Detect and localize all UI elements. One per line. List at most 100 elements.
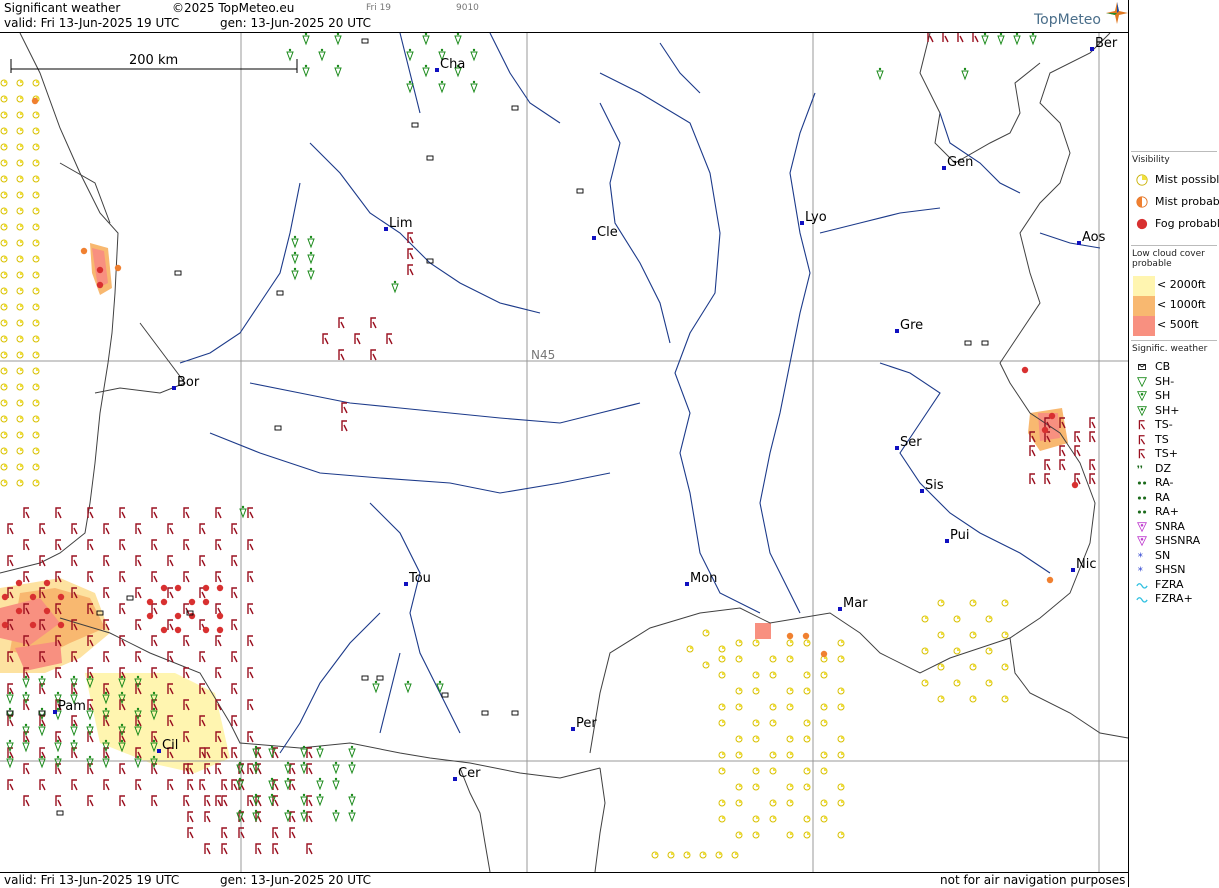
wx-symbol-mist xyxy=(969,695,977,703)
wx-symbol-mist xyxy=(985,615,993,623)
wx-symbol-mist xyxy=(0,143,8,151)
wx-symbol-ts xyxy=(135,619,142,631)
legend-sh: SH xyxy=(1135,389,1170,403)
weather-map[interactable]: 200 km N45 Cha Lim Cle Lyo Gen Ber Aos G… xyxy=(0,33,1128,872)
legend-below-500ft: < 500ft xyxy=(1157,318,1199,331)
wx-symbol-mist xyxy=(16,287,24,295)
wx-symbol-mist xyxy=(735,639,743,647)
wx-symbol-mist xyxy=(820,815,828,823)
wx-symbol-sh xyxy=(961,67,969,81)
wx-symbol-ts xyxy=(71,555,78,567)
wx-symbol-ts xyxy=(199,523,206,535)
svg-text:*: * xyxy=(1138,565,1143,576)
wx-symbol-ts xyxy=(306,763,313,775)
wx-symbol-mist xyxy=(837,655,845,663)
wx-symbol-mistp xyxy=(786,632,794,640)
wx-symbol-mist xyxy=(718,645,726,653)
wx-symbol-mist xyxy=(32,463,40,471)
wx-symbol-mist xyxy=(752,639,760,647)
wx-symbol-mist xyxy=(32,111,40,119)
wx-symbol-sh xyxy=(422,64,430,78)
wx-symbol-ts xyxy=(103,555,110,567)
wx-symbol-mist xyxy=(16,239,24,247)
wx-symbol-ts xyxy=(55,795,62,807)
wx-symbol-fog xyxy=(1041,426,1049,434)
city-marker-icon xyxy=(1090,47,1094,51)
wx-symbol-ts xyxy=(247,603,254,615)
wx-symbol-mist xyxy=(0,223,8,231)
wx-symbol-mist xyxy=(16,319,24,327)
wx-symbol-mist xyxy=(803,767,811,775)
wx-symbol-mist xyxy=(16,111,24,119)
wx-symbol-sh xyxy=(470,80,478,94)
wx-symbol-ts xyxy=(151,635,158,647)
wx-symbol-ts xyxy=(167,779,174,791)
wx-symbol-ts xyxy=(1074,445,1081,457)
wx-symbol-ts xyxy=(231,587,238,599)
wx-symbol-mist xyxy=(32,143,40,151)
wx-symbol-ts xyxy=(370,349,377,361)
ra-icon xyxy=(1137,495,1147,500)
wx-symbol-fog xyxy=(202,626,210,634)
wx-symbol-ts xyxy=(87,795,94,807)
wx-symbol-mist xyxy=(953,615,961,623)
wx-symbol-ts xyxy=(204,795,211,807)
footer-bar: valid: Fri 13-Jun-2025 19 UTC gen: 13-Ju… xyxy=(0,872,1128,888)
wx-symbol-cb xyxy=(361,38,369,44)
wx-symbol-mist xyxy=(32,431,40,439)
wx-symbol-fog xyxy=(160,584,168,592)
wx-symbol-mist xyxy=(0,79,8,87)
wx-symbol-ts xyxy=(119,539,126,551)
wx-symbol-mistp xyxy=(31,97,39,105)
wx-symbol-fog xyxy=(57,593,65,601)
wx-symbol-ts xyxy=(231,683,238,695)
wx-symbol-ts xyxy=(231,555,238,567)
topmeteo-logo[interactable]: TopMeteo xyxy=(1034,2,1128,28)
wx-symbol-mist xyxy=(0,447,8,455)
wx-symbol-ts xyxy=(247,795,254,807)
wx-symbol-ts xyxy=(183,603,190,615)
wx-symbol-mist xyxy=(837,639,845,647)
wx-symbol-mist xyxy=(769,671,777,679)
city-marker-icon xyxy=(942,166,946,170)
wx-symbol-mist xyxy=(0,383,8,391)
wx-symbol-ts xyxy=(87,539,94,551)
wx-symbol-ts xyxy=(119,507,126,519)
day-tab[interactable]: Fri 19 xyxy=(366,3,391,13)
wx-symbol-mist xyxy=(1001,695,1009,703)
wx-symbol-mist xyxy=(786,687,794,695)
copyright-text: ©2025 TopMeteo.eu xyxy=(172,1,295,15)
svg-text:❜❜: ❜❜ xyxy=(1137,464,1143,475)
wx-symbol-mist xyxy=(953,647,961,655)
legend-shm: SH- xyxy=(1135,375,1174,389)
wx-symbol-fog xyxy=(96,266,104,274)
wx-symbol-ts xyxy=(7,779,14,791)
wx-symbol-mist xyxy=(0,351,8,359)
wx-symbol-mist xyxy=(803,815,811,823)
wx-symbol-ts xyxy=(306,747,313,759)
wx-symbol-cb xyxy=(511,105,519,111)
wx-symbol-ts xyxy=(103,779,110,791)
city-marker-icon xyxy=(571,727,575,731)
footer-valid-time: valid: Fri 13-Jun-2025 19 UTC xyxy=(4,873,180,887)
wx-symbol-mist xyxy=(0,127,8,135)
city-marker-icon xyxy=(1077,241,1081,245)
wx-symbol-ts xyxy=(55,539,62,551)
city-marker-icon xyxy=(157,749,161,753)
wx-symbol-ts xyxy=(103,651,110,663)
legend-ram: RA- xyxy=(1135,476,1173,490)
wx-symbol-sh xyxy=(348,793,356,807)
wx-symbol-mist xyxy=(718,767,726,775)
wx-symbol-ts xyxy=(247,699,254,711)
wx-symbol-mist xyxy=(820,671,828,679)
wx-symbol-mist xyxy=(820,751,828,759)
city-marker-icon xyxy=(838,607,842,611)
wx-symbol-ts xyxy=(167,587,174,599)
wx-symbol-mist xyxy=(937,631,945,639)
wx-symbol-sh xyxy=(334,64,342,78)
wx-symbol-mist xyxy=(32,479,40,487)
wx-symbol-ts xyxy=(942,33,949,43)
wx-symbol-ts xyxy=(183,571,190,583)
wx-symbol-mist xyxy=(16,399,24,407)
wx-symbol-mist xyxy=(937,599,945,607)
